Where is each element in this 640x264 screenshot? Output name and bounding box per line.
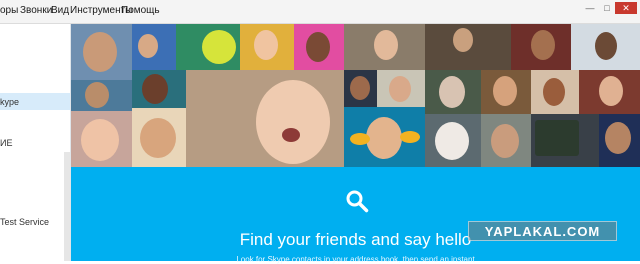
collage-photo bbox=[176, 24, 240, 70]
collage-photo bbox=[531, 114, 599, 167]
menu-item-contacts[interactable]: оры bbox=[0, 5, 18, 16]
collage-photo bbox=[481, 114, 531, 167]
collage-photo bbox=[344, 70, 377, 107]
sidebar-item-skype-label: kype bbox=[0, 97, 20, 107]
sidebar-item-label[interactable]: ИЕ bbox=[0, 138, 12, 148]
collage-photo bbox=[599, 114, 640, 167]
collage-photo bbox=[132, 24, 176, 70]
collage-photo bbox=[511, 24, 571, 70]
collage-photo bbox=[571, 24, 640, 70]
collage-photo bbox=[132, 108, 186, 167]
collage-photo bbox=[377, 70, 425, 107]
collage-photo bbox=[425, 70, 481, 114]
collage-photo bbox=[425, 24, 511, 70]
sidebar: kype ИЕ Test Service bbox=[0, 24, 71, 261]
collage-photo bbox=[186, 70, 344, 167]
collage-photo bbox=[344, 107, 425, 167]
collage-photo bbox=[344, 24, 425, 70]
photo-collage bbox=[71, 24, 640, 167]
collage-photo bbox=[240, 24, 294, 70]
collage-photo bbox=[132, 70, 186, 108]
minimize-icon[interactable]: — bbox=[581, 2, 599, 14]
collage-photo bbox=[71, 24, 132, 80]
sidebar-scrollbar[interactable] bbox=[64, 152, 70, 261]
close-icon[interactable]: ✕ bbox=[615, 2, 637, 14]
menu-bar: оры Звонки Вид Инструменты Помощь — □ ✕ bbox=[0, 0, 640, 24]
find-friends-panel: Find your friends and say hello Look for… bbox=[71, 167, 640, 264]
collage-photo bbox=[71, 111, 132, 167]
collage-photo bbox=[71, 80, 132, 111]
search-icon bbox=[346, 190, 369, 213]
collage-photo bbox=[294, 24, 344, 70]
collage-photo bbox=[579, 70, 640, 114]
sidebar-item-test-service[interactable]: Test Service bbox=[0, 217, 49, 227]
collage-photo bbox=[481, 70, 531, 114]
menu-item-calls[interactable]: Звонки bbox=[20, 5, 52, 16]
hero-subtitle: Look for Skype contacts in your address … bbox=[236, 255, 475, 264]
menu-item-help[interactable]: Помощь bbox=[121, 5, 160, 16]
watermark-logo: YAPLAKAL.COM bbox=[468, 221, 617, 241]
collage-photo bbox=[531, 70, 579, 114]
collage-photo bbox=[425, 114, 481, 167]
maximize-icon[interactable]: □ bbox=[599, 2, 615, 14]
menu-item-view[interactable]: Вид bbox=[51, 5, 69, 16]
